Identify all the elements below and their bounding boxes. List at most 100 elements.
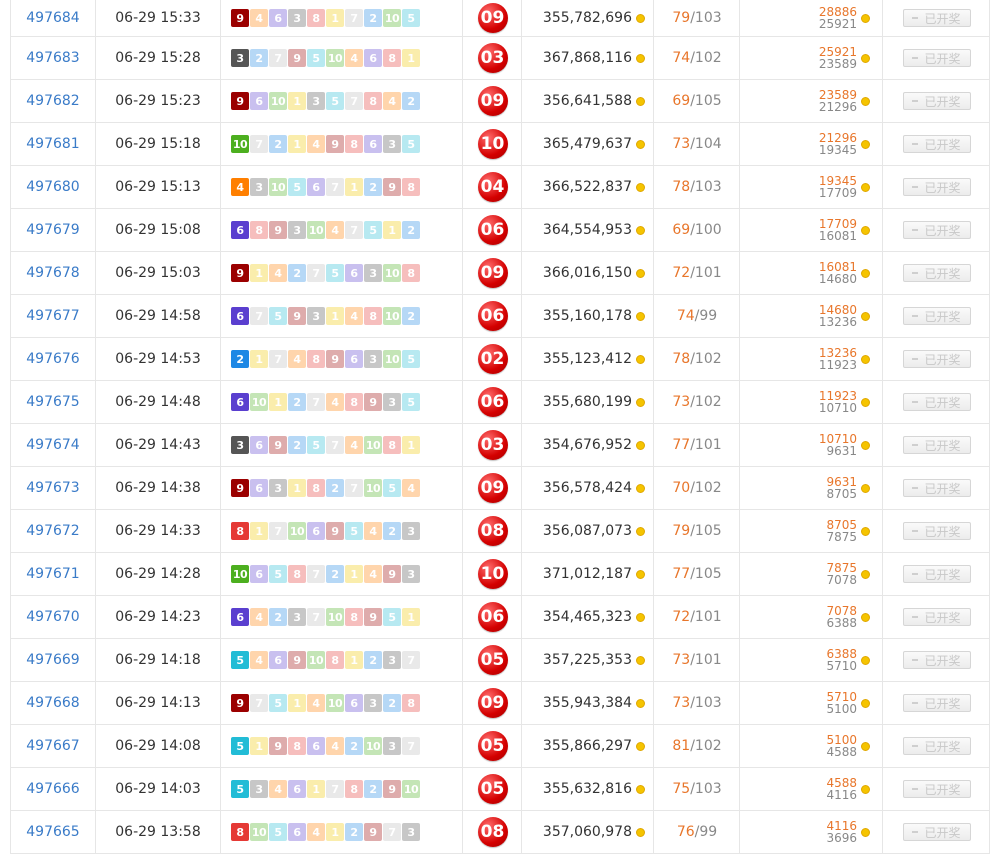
- numbers-cell: 3 2 7 9 5 10 4 6 8 1: [221, 37, 463, 79]
- drawn-button[interactable]: 已开奖: [902, 737, 971, 755]
- drawn-button[interactable]: 已开奖: [902, 264, 971, 282]
- status-cell: 已开奖: [884, 80, 989, 122]
- pool-values: 14680 13236: [819, 304, 870, 328]
- drawn-button-label: 已开奖: [924, 524, 961, 539]
- drawn-button[interactable]: 已开奖: [902, 393, 971, 411]
- issue-link[interactable]: 497667: [26, 738, 79, 754]
- winners-count: 78: [672, 179, 691, 195]
- number-tile: 6: [307, 737, 325, 755]
- issue-link[interactable]: 497673: [26, 480, 79, 496]
- drawn-button[interactable]: 已开奖: [902, 608, 971, 626]
- table-row: 497665 06-29 13:58 8 10 5 6 4 1 2 9 7 3 08 357,06…: [11, 811, 989, 854]
- win-ratio: 72/101: [672, 265, 721, 281]
- issue-link[interactable]: 497675: [26, 394, 79, 410]
- number-tile: 3: [288, 221, 306, 239]
- win-ratio: 77/101: [672, 437, 721, 453]
- pool-previous: 5710: [826, 659, 857, 673]
- drawn-button[interactable]: 已开奖: [902, 479, 971, 497]
- number-tile: 7: [345, 9, 363, 27]
- issue-link[interactable]: 497680: [26, 179, 79, 195]
- drawn-button[interactable]: 已开奖: [902, 178, 971, 196]
- drawn-button[interactable]: 已开奖: [902, 92, 971, 110]
- issue-link[interactable]: 497676: [26, 351, 79, 367]
- pool-cell: 9631 8705: [740, 467, 883, 509]
- drawn-button[interactable]: 已开奖: [902, 565, 971, 583]
- result-ball: 05: [477, 731, 508, 761]
- participants-count: 102: [694, 50, 722, 66]
- number-tile: 8: [307, 350, 325, 368]
- coin-icon: [861, 569, 870, 579]
- drawn-button[interactable]: 已开奖: [902, 9, 971, 27]
- issue-link[interactable]: 497665: [26, 824, 79, 840]
- issue-link[interactable]: 497677: [26, 308, 79, 324]
- number-tile: 5: [269, 694, 287, 712]
- issue-link[interactable]: 497674: [26, 437, 79, 453]
- issue-link[interactable]: 497683: [26, 50, 79, 66]
- issue-link[interactable]: 497668: [26, 695, 79, 711]
- issue-link[interactable]: 497678: [26, 265, 79, 281]
- number-tile: 5: [269, 307, 287, 325]
- time-cell: 06-29 14:18: [96, 639, 221, 681]
- coin-icon: [636, 440, 645, 450]
- number-tile: 5: [402, 135, 420, 153]
- coin-icon: [861, 698, 870, 708]
- issue-link[interactable]: 497681: [26, 136, 79, 152]
- drawn-button[interactable]: 已开奖: [902, 780, 971, 798]
- drawn-button[interactable]: 已开奖: [902, 135, 971, 153]
- win-ratio: 72/101: [672, 609, 721, 625]
- draw-time: 06-29 14:18: [115, 652, 201, 668]
- number-tile: 1: [288, 135, 306, 153]
- number-tile: 5: [231, 651, 249, 669]
- issue-cell: 497673: [11, 467, 96, 509]
- issue-link[interactable]: 497671: [26, 566, 79, 582]
- pool-values: 6388 5710: [826, 648, 870, 672]
- winners-count: 72: [672, 609, 691, 625]
- coin-icon: [861, 784, 870, 794]
- drawn-button[interactable]: 已开奖: [902, 436, 971, 454]
- draw-time: 06-29 14:33: [115, 523, 201, 539]
- issue-link[interactable]: 497679: [26, 222, 79, 238]
- number-tile: 9: [231, 264, 249, 282]
- drawn-button-label: 已开奖: [924, 395, 961, 410]
- number-tile: 4: [326, 737, 344, 755]
- number-tile: 7: [269, 350, 287, 368]
- issue-link[interactable]: 497684: [26, 10, 79, 26]
- bet-amount: 355,123,412: [542, 351, 632, 367]
- number-tile: 9: [364, 608, 382, 626]
- winners-count: 70: [672, 480, 691, 496]
- drawn-button[interactable]: 已开奖: [902, 221, 971, 239]
- issue-link[interactable]: 497682: [26, 93, 79, 109]
- coin-icon: [636, 483, 645, 493]
- drawn-button[interactable]: 已开奖: [902, 823, 971, 841]
- numbers-cell: 9 4 6 3 8 1 7 2 10 5: [221, 0, 463, 36]
- issue-link[interactable]: 497670: [26, 609, 79, 625]
- pool-cell: 25921 23589: [740, 37, 883, 79]
- drawn-button[interactable]: 已开奖: [902, 522, 971, 540]
- number-tile: 1: [383, 221, 401, 239]
- draw-time: 06-29 14:28: [115, 566, 201, 582]
- drawn-button[interactable]: 已开奖: [902, 694, 971, 712]
- participants-count: 105: [694, 523, 722, 539]
- drawn-button[interactable]: 已开奖: [902, 350, 971, 368]
- issue-link[interactable]: 497669: [26, 652, 79, 668]
- pool-previous: 7875: [826, 530, 857, 544]
- time-cell: 06-29 14:58: [96, 295, 221, 337]
- issue-cell: 497672: [11, 510, 96, 552]
- numbers-cell: 8 1 7 10 6 9 5 4 2 3: [221, 510, 463, 552]
- drawn-button[interactable]: 已开奖: [902, 49, 971, 67]
- issue-link[interactable]: 497672: [26, 523, 79, 539]
- issue-cell: 497668: [11, 682, 96, 724]
- bet-amount: 367,868,116: [542, 50, 632, 66]
- status-cell: 已开奖: [884, 510, 989, 552]
- number-tile: 1: [250, 264, 268, 282]
- issue-link[interactable]: 497666: [26, 781, 79, 797]
- result-cell: 05: [464, 639, 522, 681]
- number-tile: 4: [250, 9, 268, 27]
- number-tile: 7: [383, 823, 401, 841]
- drawn-button[interactable]: 已开奖: [902, 651, 971, 669]
- coin-icon: [636, 139, 645, 149]
- ratio-cell: 76/99: [655, 811, 740, 853]
- drawn-button-label: 已开奖: [924, 739, 961, 754]
- ratio-cell: 72/101: [655, 252, 740, 294]
- drawn-button[interactable]: 已开奖: [902, 307, 971, 325]
